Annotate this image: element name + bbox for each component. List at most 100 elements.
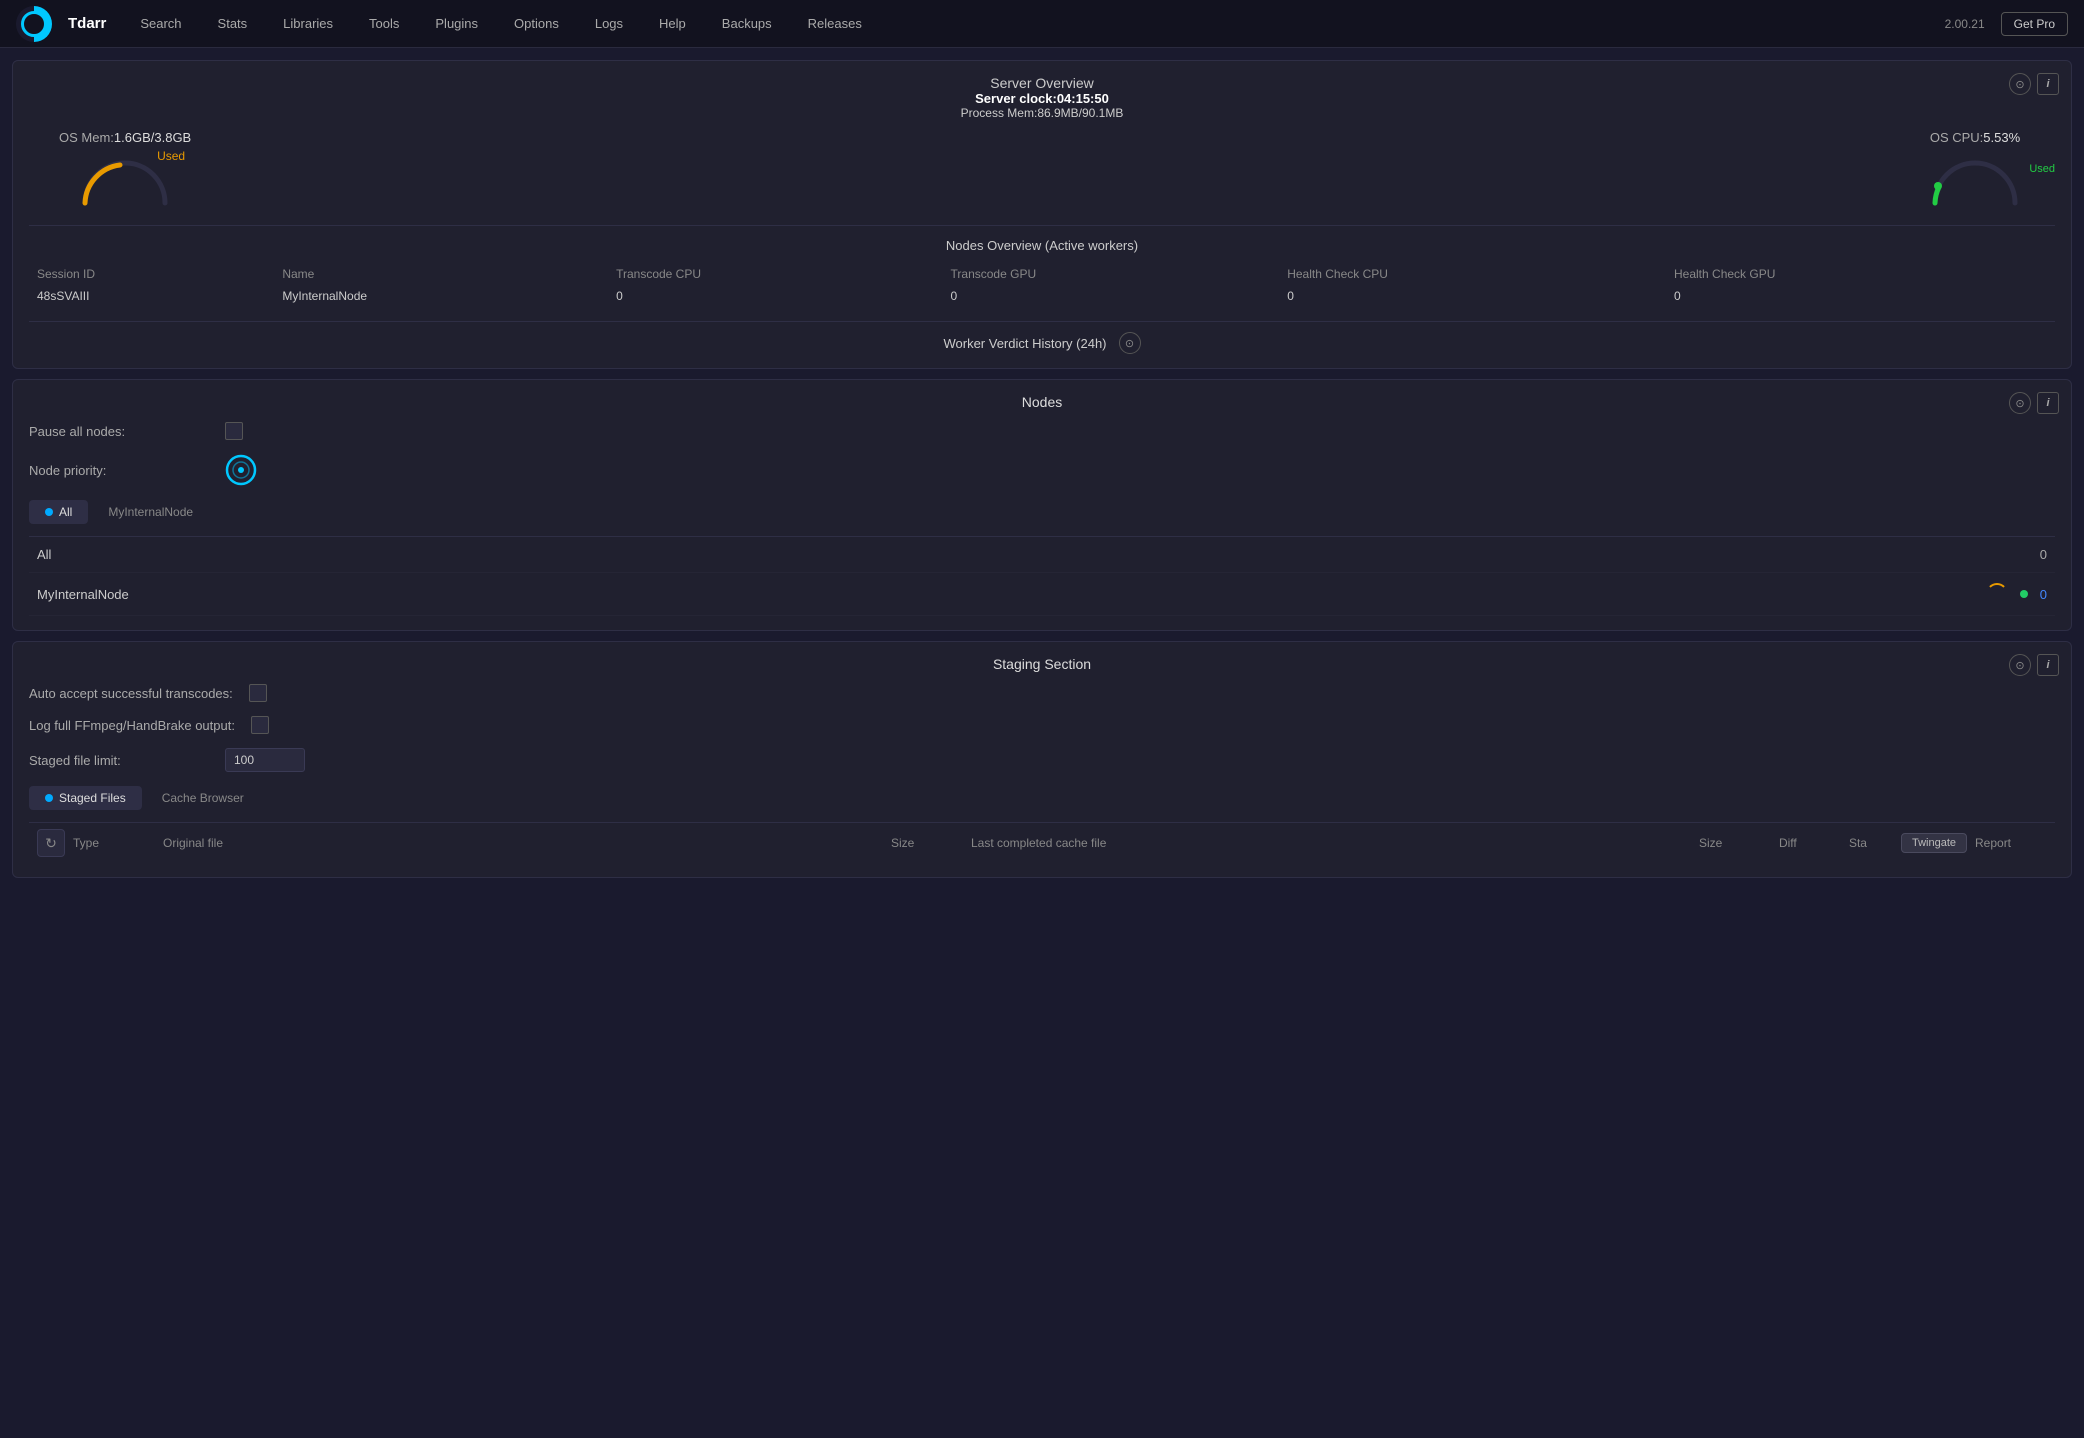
nav-plugins[interactable]: Plugins (421, 10, 492, 37)
staged-limit-label: Staged file limit: (29, 753, 209, 768)
os-mem-used-label: Used (157, 149, 185, 163)
tab-all[interactable]: All (29, 500, 88, 524)
process-mem-value: 86.9MB/90.1MB (1037, 106, 1123, 120)
th-size2: Size (1691, 832, 1771, 854)
os-cpu-block: OS CPU:5.53% Used (1925, 130, 2025, 211)
get-pro-button[interactable]: Get Pro (2001, 12, 2068, 36)
nav-options[interactable]: Options (500, 10, 573, 37)
nodes-list: All 0 MyInternalNode 0 (29, 536, 2055, 616)
pause-nodes-row: Pause all nodes: (29, 422, 2055, 440)
th-diff: Diff (1771, 832, 1841, 854)
th-type: Type (65, 832, 155, 854)
node-status-dot (2020, 590, 2028, 598)
nodes-overview-table: Session ID Name Transcode CPU Transcode … (29, 263, 2055, 307)
row-transcode-cpu: 0 (608, 285, 942, 307)
tab-all-label: All (59, 505, 72, 519)
nav-releases[interactable]: Releases (794, 10, 876, 37)
node-loading-spinner (1986, 583, 2008, 605)
os-mem-block: OS Mem:1.6GB/3.8GB Used (59, 130, 191, 211)
server-clock-value: 04:15:50 (1057, 91, 1109, 106)
auto-accept-label: Auto accept successful transcodes: (29, 686, 233, 701)
nav-search[interactable]: Search (126, 10, 195, 37)
row-health-cpu: 0 (1279, 285, 1666, 307)
os-mem-gauge-wrap: Used (75, 153, 175, 211)
os-cpu-used-label: Used (2029, 163, 2055, 175)
server-clock: Server clock:04:15:50 (29, 91, 2055, 106)
node-all-name: All (37, 547, 2028, 562)
staging-info-icon[interactable]: i (2037, 654, 2059, 676)
nav-stats[interactable]: Stats (204, 10, 262, 37)
nav-backups[interactable]: Backups (708, 10, 786, 37)
staged-files-dot (45, 794, 53, 802)
list-item: All 0 (29, 537, 2055, 573)
log-full-checkbox[interactable] (251, 716, 269, 734)
server-info-icon[interactable]: i (2037, 73, 2059, 95)
staging-panel: Staging Section ⊙ i Auto accept successf… (12, 641, 2072, 878)
col-transcode-cpu: Transcode CPU (608, 263, 942, 285)
log-full-row: Log full FFmpeg/HandBrake output: (29, 716, 2055, 734)
list-item: MyInternalNode 0 (29, 573, 2055, 616)
priority-label: Node priority: (29, 463, 209, 478)
priority-row: Node priority: (29, 454, 2055, 486)
th-cache: Last completed cache file (963, 832, 1691, 854)
verdict-refresh-icon[interactable]: ⊙ (1119, 332, 1141, 354)
nodes-refresh-icon[interactable]: ⊙ (2009, 392, 2031, 414)
os-mem-label: OS Mem:1.6GB/3.8GB (59, 130, 191, 145)
nodes-info-icon[interactable]: i (2037, 392, 2059, 414)
pause-nodes-checkbox[interactable] (225, 422, 243, 440)
nav-tools[interactable]: Tools (355, 10, 413, 37)
cache-browser-label: Cache Browser (162, 791, 244, 805)
col-name: Name (274, 263, 608, 285)
pause-nodes-label: Pause all nodes: (29, 424, 209, 439)
server-refresh-icon[interactable]: ⊙ (2009, 73, 2031, 95)
th-report: Report (1967, 832, 2047, 854)
tab-myinternalnode[interactable]: MyInternalNode (92, 500, 209, 524)
staging-refresh-icon[interactable]: ⊙ (2009, 654, 2031, 676)
process-mem-label: Process Mem: (961, 106, 1038, 120)
worker-verdict-title: Worker Verdict History (24h) (943, 336, 1106, 351)
process-mem: Process Mem:86.9MB/90.1MB (29, 106, 2055, 120)
staged-limit-row: Staged file limit: (29, 748, 2055, 772)
app-name: Tdarr (68, 15, 106, 32)
navbar: Tdarr Search Stats Libraries Tools Plugi… (0, 0, 2084, 48)
node-all-count: 0 (2040, 547, 2047, 562)
staging-table-refresh[interactable]: ↻ (37, 829, 65, 857)
tab-staged-files[interactable]: Staged Files (29, 786, 142, 810)
tab-myinternalnode-label: MyInternalNode (108, 505, 193, 519)
app-logo (16, 6, 52, 42)
log-full-label: Log full FFmpeg/HandBrake output: (29, 718, 235, 733)
th-original: Original file (155, 832, 883, 854)
nodes-panel-icons: ⊙ i (2009, 392, 2059, 414)
tab-all-dot (45, 508, 53, 516)
nav-libraries[interactable]: Libraries (269, 10, 347, 37)
auto-accept-checkbox[interactable] (249, 684, 267, 702)
server-header: Server Overview Server clock:04:15:50 Pr… (29, 75, 2055, 120)
staging-panel-icons: ⊙ i (2009, 654, 2059, 676)
server-overview-panel: ⊙ i Server Overview Server clock:04:15:5… (12, 60, 2072, 369)
row-name: MyInternalNode (274, 285, 608, 307)
server-overview-title: Server Overview (29, 75, 2055, 91)
nav-logs[interactable]: Logs (581, 10, 637, 37)
staging-table-header: ↻ Type Original file Size Last completed… (29, 822, 2055, 863)
th-status: Sta (1841, 832, 1901, 854)
worker-verdict-section: Worker Verdict History (24h) ⊙ (29, 321, 2055, 354)
app-version: 2.00.21 (1945, 17, 1985, 31)
node-internal-name: MyInternalNode (37, 587, 1974, 602)
tab-cache-browser[interactable]: Cache Browser (146, 786, 260, 810)
staging-tab-row: Staged Files Cache Browser (29, 786, 2055, 810)
nav-help[interactable]: Help (645, 10, 700, 37)
row-transcode-gpu: 0 (943, 285, 1280, 307)
auto-accept-row: Auto accept successful transcodes: (29, 684, 2055, 702)
server-panel-icons: ⊙ i (2009, 73, 2059, 95)
node-internal-count: 0 (2040, 587, 2047, 602)
nodes-overview-section: Nodes Overview (Active workers) Session … (29, 225, 2055, 307)
server-stats-row: OS Mem:1.6GB/3.8GB Used OS CPU:5.53% (29, 130, 2055, 211)
staged-limit-input[interactable] (225, 748, 305, 772)
staged-files-label: Staged Files (59, 791, 126, 805)
nodes-tab-row: All MyInternalNode (29, 500, 2055, 524)
col-health-gpu: Health Check GPU (1666, 263, 2055, 285)
nodes-panel-title: Nodes (29, 394, 2055, 410)
col-transcode-gpu: Transcode GPU (943, 263, 1280, 285)
nodes-panel: Nodes ⊙ i Pause all nodes: Node priority… (12, 379, 2072, 631)
row-session-id: 48sSVAIII (29, 285, 274, 307)
